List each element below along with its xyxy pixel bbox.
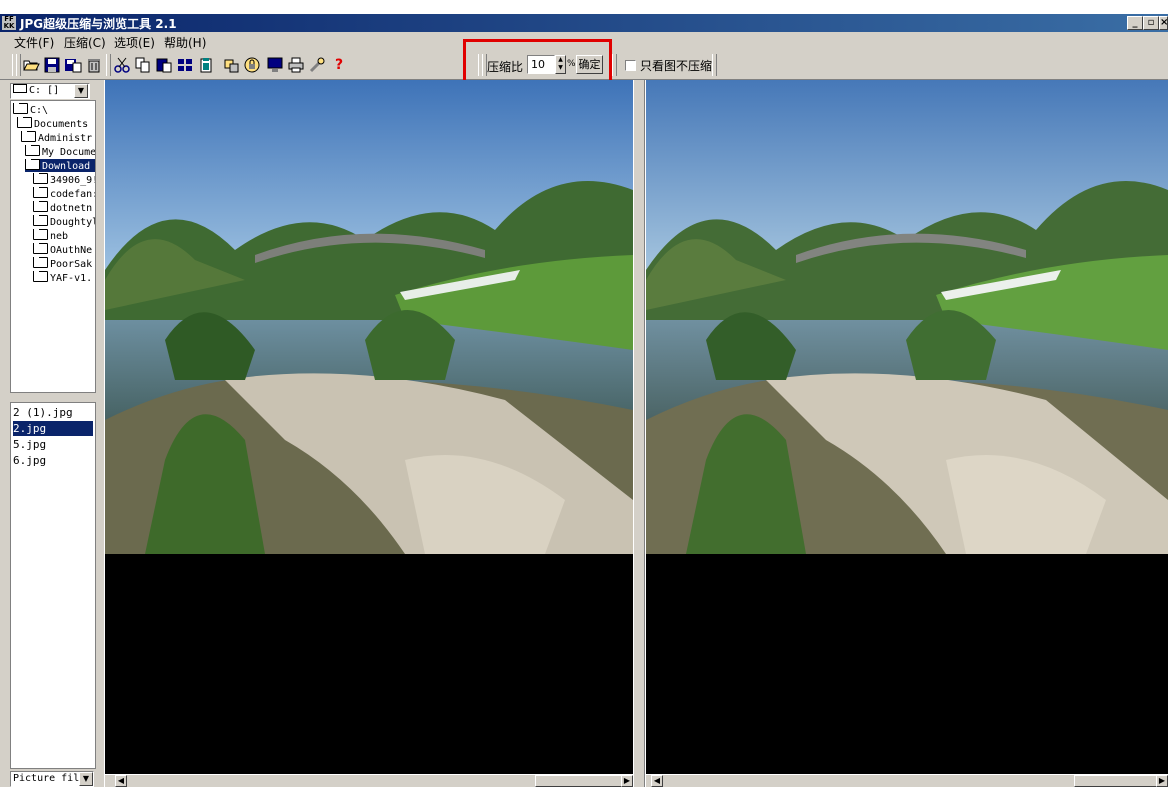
- title-bar: FF KK JPG超级压缩与浏览工具 2.1 _ ▫ ×: [0, 14, 1168, 32]
- toolbar-separator: [712, 54, 717, 76]
- tree-item[interactable]: C:\: [13, 103, 95, 116]
- tree-item-label: OAuthNe: [50, 245, 93, 256]
- tree-item[interactable]: PoorSak: [33, 257, 95, 270]
- menu-help[interactable]: 帮助(H): [164, 34, 206, 51]
- tree-item[interactable]: Doughtyl: [33, 215, 95, 228]
- folder-icon: [33, 215, 48, 226]
- folder-icon: [33, 187, 48, 198]
- paste-icon[interactable]: [155, 56, 173, 74]
- scroll-left-button[interactable]: ◀: [115, 775, 127, 787]
- save-as-icon[interactable]: [64, 56, 82, 74]
- folder-icon: [33, 271, 48, 282]
- folder-icon: [25, 159, 40, 170]
- help-icon[interactable]: ?: [330, 56, 348, 74]
- app-icon: FF KK: [2, 15, 16, 30]
- menu-options[interactable]: 选项(E): [114, 34, 155, 51]
- tree-item-label: dotnetn: [50, 203, 93, 214]
- tree-item-label: Documents: [34, 119, 89, 130]
- clipboard-icon[interactable]: [197, 56, 215, 74]
- folder-icon: [33, 173, 48, 184]
- tree-item[interactable]: YAF-v1.: [33, 271, 95, 284]
- tree-item[interactable]: Administr: [21, 131, 95, 144]
- drive-dropdown-button[interactable]: ▼: [74, 84, 88, 98]
- tree-item[interactable]: Documents: [17, 117, 95, 130]
- original-image: [105, 80, 633, 554]
- original-image-pane: [105, 80, 633, 774]
- tree-item[interactable]: dotnetn: [33, 201, 95, 214]
- monitor-icon[interactable]: [266, 56, 284, 74]
- print-icon[interactable]: [287, 56, 305, 74]
- copy-icon[interactable]: [134, 56, 152, 74]
- toolbar-separator: [612, 54, 617, 76]
- filter-dropdown-button[interactable]: ▼: [79, 772, 93, 786]
- folder-icon: [25, 145, 40, 156]
- compressed-image-hscrollbar[interactable]: ◀ ▶: [646, 774, 1168, 787]
- tree-item-label: Administr: [38, 133, 93, 144]
- file-list-item[interactable]: 6.jpg: [13, 453, 93, 468]
- menu-compress[interactable]: 压缩(C): [64, 34, 106, 51]
- tree-item-label: Download: [42, 161, 91, 172]
- original-image-hscrollbar[interactable]: ◀ ▶: [105, 774, 633, 787]
- tree-item-label: C:\: [30, 105, 49, 116]
- tree-item-label: My Docume: [42, 147, 95, 158]
- folder-tree: C:\ Documents Administr My Docume Download 34…: [10, 100, 96, 393]
- thumbnails-icon[interactable]: [176, 56, 194, 74]
- tree-item[interactable]: codefan:: [33, 187, 95, 200]
- file-list-item[interactable]: 2 (1).jpg: [13, 405, 93, 420]
- scroll-left-button[interactable]: ◀: [651, 775, 663, 787]
- tree-item[interactable]: OAuthNe: [33, 243, 95, 256]
- view-only-label: 只看图不压缩: [640, 59, 713, 73]
- open-folder-icon[interactable]: [22, 56, 40, 74]
- left-pane: C: [] ▼ C:\ Documents Administr My Docume Do…: [0, 80, 104, 787]
- close-button[interactable]: ×: [1159, 16, 1168, 30]
- tree-item-label: 34906_9!: [50, 175, 95, 186]
- drive-icon: [13, 84, 27, 93]
- folder-icon: [33, 201, 48, 212]
- compressed-image: [646, 80, 1168, 554]
- pane-splitter[interactable]: [633, 80, 645, 787]
- file-list-item[interactable]: 2.jpg: [13, 421, 93, 436]
- folder-icon: [33, 243, 48, 254]
- folder-icon: [13, 103, 28, 114]
- lock-icon[interactable]: [243, 56, 261, 74]
- save-icon[interactable]: [43, 56, 61, 74]
- folder-icon: [17, 117, 32, 128]
- tree-item[interactable]: Download: [25, 159, 95, 172]
- scroll-right-button[interactable]: ▶: [621, 775, 633, 787]
- toolbar-separator: [106, 54, 111, 76]
- folder-icon: [33, 257, 48, 268]
- tree-item[interactable]: My Docume: [25, 145, 95, 158]
- folder-icon: [33, 229, 48, 240]
- file-list-item[interactable]: 5.jpg: [13, 437, 93, 452]
- compressed-image-pane: [646, 80, 1168, 774]
- cut-icon[interactable]: [113, 56, 131, 74]
- file-list: 2 (1).jpg 2.jpg 5.jpg 6.jpg: [10, 402, 96, 769]
- scroll-thumb[interactable]: [1074, 775, 1162, 787]
- tree-item-label: YAF-v1.: [50, 273, 93, 284]
- tree-item[interactable]: neb: [33, 229, 95, 242]
- scroll-right-button[interactable]: ▶: [1156, 775, 1168, 787]
- view-only-checkbox[interactable]: [625, 60, 636, 71]
- drive-label: C: []: [29, 85, 60, 96]
- tree-item-label: neb: [50, 231, 69, 242]
- rotate-icon[interactable]: [222, 56, 240, 74]
- maximize-button[interactable]: ▫: [1143, 16, 1159, 30]
- delete-icon[interactable]: [85, 56, 103, 74]
- tools-icon[interactable]: [308, 56, 326, 74]
- tree-item-label: codefan:: [50, 189, 95, 200]
- tree-item[interactable]: 34906_9!: [33, 173, 95, 186]
- scroll-thumb[interactable]: [535, 775, 623, 787]
- tree-item-label: PoorSak: [50, 259, 93, 270]
- folder-icon: [21, 131, 36, 142]
- menu-file[interactable]: 文件(F): [14, 34, 54, 51]
- window-title: JPG超级压缩与浏览工具 2.1: [20, 17, 177, 31]
- toolbar-grip: [16, 54, 21, 76]
- minimize-button[interactable]: _: [1127, 16, 1143, 30]
- tree-item-label: Doughtyl: [50, 217, 95, 228]
